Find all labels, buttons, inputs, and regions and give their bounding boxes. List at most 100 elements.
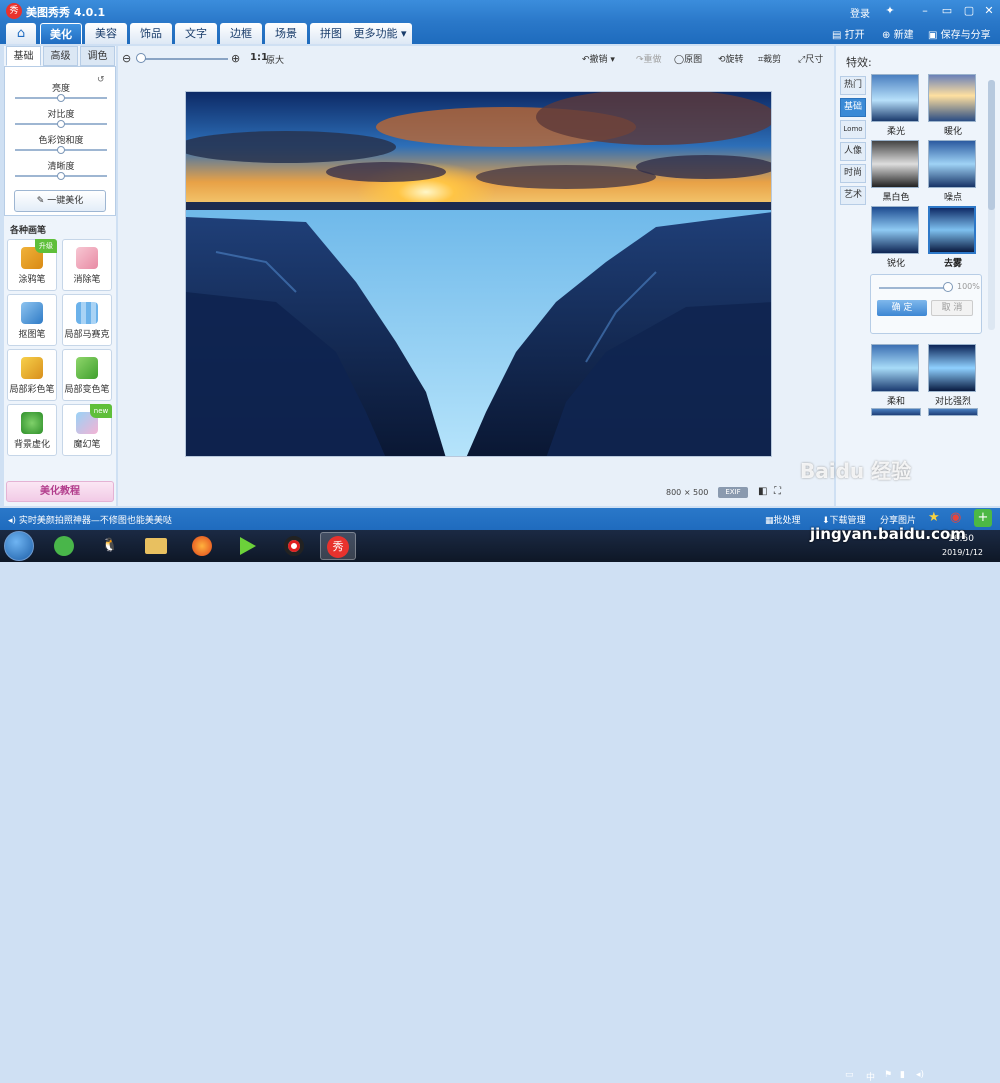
strength-slider[interactable]: [879, 287, 949, 289]
clock-date[interactable]: 2019/1/12: [942, 548, 983, 557]
sharpness-slider[interactable]: [15, 172, 107, 180]
app-360-icon[interactable]: [46, 532, 82, 560]
star-icon[interactable]: ★: [928, 510, 940, 525]
rotate-icon: ⟲: [718, 55, 726, 65]
effect-sharpen[interactable]: 锐化: [871, 206, 921, 269]
cancel-button[interactable]: 取 消: [931, 300, 973, 316]
exif-button[interactable]: EXIF: [718, 487, 748, 498]
tab-advanced[interactable]: 高级: [43, 46, 78, 66]
effect-noise[interactable]: 噪点: [928, 140, 978, 203]
category-lomo[interactable]: Lomo: [840, 120, 866, 139]
zoom-knob[interactable]: [136, 53, 146, 63]
tab-scenes[interactable]: 场景: [265, 23, 307, 44]
redo-button[interactable]: ↷重做: [636, 52, 662, 65]
contrast-slider[interactable]: [15, 120, 107, 128]
saturation-slider[interactable]: [15, 146, 107, 154]
meitu-taskbar-icon[interactable]: 秀: [320, 532, 356, 560]
crop-button[interactable]: ⌗裁剪: [758, 52, 781, 65]
tab-color[interactable]: 调色: [80, 46, 115, 66]
volume-icon[interactable]: ◂): [916, 1070, 924, 1080]
slider-knob[interactable]: [57, 172, 65, 180]
pens-title: 各种画笔: [10, 226, 47, 236]
open-button[interactable]: ▤ 打开: [832, 26, 865, 41]
tab-frames[interactable]: 边框: [220, 23, 262, 44]
skin-icon[interactable]: ✦: [880, 2, 900, 20]
minimize-button[interactable]: –: [915, 2, 935, 20]
landscape-photo: [186, 92, 771, 456]
effect-thumbnail-partial[interactable]: [871, 408, 921, 416]
color-pen[interactable]: 局部彩色笔: [7, 349, 57, 401]
rotate-button[interactable]: ⟲旋转: [718, 52, 744, 65]
batch-process-button[interactable]: ▦批处理: [765, 513, 801, 526]
add-icon[interactable]: +: [974, 509, 992, 527]
explorer-icon[interactable]: [138, 532, 174, 560]
tab-beautify[interactable]: 美化: [40, 23, 82, 44]
login-link[interactable]: 登录: [850, 5, 870, 20]
zoom-slider[interactable]: [138, 58, 228, 60]
slider-knob[interactable]: [57, 146, 65, 154]
record-icon[interactable]: [276, 532, 312, 560]
maximize-button[interactable]: ▢: [959, 2, 979, 20]
cutout-pen[interactable]: 抠图笔: [7, 294, 57, 346]
flag-icon[interactable]: ⚑: [884, 1070, 892, 1080]
category-art[interactable]: 艺术: [840, 186, 866, 205]
slider-knob[interactable]: [57, 120, 65, 128]
save-share-button[interactable]: ▣ 保存与分享: [928, 26, 991, 41]
fullscreen-icon[interactable]: ⛶: [774, 486, 781, 497]
beautify-tutorial-button[interactable]: 美化教程: [6, 481, 114, 502]
effect-soft-light[interactable]: 柔光: [871, 74, 921, 137]
effect-gentle[interactable]: 柔和: [871, 344, 921, 407]
input-lang[interactable]: 中: [866, 1070, 875, 1083]
magic-pen[interactable]: 魔幻笔 new: [62, 404, 112, 456]
brightness-slider[interactable]: [15, 94, 107, 102]
home-icon[interactable]: ⌂: [6, 23, 36, 44]
original-size-label[interactable]: 原大: [266, 53, 284, 66]
category-hot[interactable]: 热门: [840, 76, 866, 95]
confirm-button[interactable]: 确 定: [877, 300, 927, 316]
network-icon[interactable]: ▮: [900, 1070, 905, 1080]
mosaic-pen[interactable]: 局部马赛克: [62, 294, 112, 346]
recolor-pen[interactable]: 局部变色笔: [62, 349, 112, 401]
photo-canvas[interactable]: [185, 91, 772, 457]
scrollbar-thumb[interactable]: [988, 80, 995, 210]
new-button[interactable]: ⊕ 新建: [882, 26, 914, 41]
effect-black-white[interactable]: 黑白色: [871, 140, 921, 203]
weibo-icon[interactable]: ◉: [950, 510, 961, 525]
tab-makeup[interactable]: 美容: [85, 23, 127, 44]
doodle-pen[interactable]: 涂鸦笔 升级: [7, 239, 57, 291]
effect-dehaze[interactable]: 去雾: [928, 206, 978, 269]
effect-thumbnail-partial[interactable]: [928, 408, 978, 416]
compare-icon[interactable]: ◧: [758, 486, 767, 497]
eraser-pen[interactable]: 消除笔: [62, 239, 112, 291]
status-message[interactable]: ◂) 实时美颜拍照神器—不修图也能美美哒: [8, 513, 172, 526]
zoom-in-icon[interactable]: ⊕: [231, 52, 240, 65]
strength-knob[interactable]: [943, 282, 953, 292]
small-window-icon[interactable]: ▭: [937, 2, 957, 20]
tab-more-functions[interactable]: 更多功能 ▾: [348, 23, 412, 44]
resize-button[interactable]: ⤢尺寸: [798, 52, 823, 65]
tab-collage[interactable]: 拼图: [310, 23, 352, 44]
start-button[interactable]: [4, 531, 34, 561]
category-portrait[interactable]: 人像: [840, 142, 866, 161]
category-basic[interactable]: 基础: [840, 98, 866, 117]
one-click-beautify-button[interactable]: ✎ 一键美化: [14, 190, 106, 212]
effects-scrollbar[interactable]: [988, 80, 995, 330]
tab-accessories[interactable]: 饰品: [130, 23, 172, 44]
zoom-out-icon[interactable]: ⊖: [122, 52, 131, 65]
qq-icon[interactable]: 🐧: [92, 532, 128, 560]
tray-icon[interactable]: ▭: [845, 1070, 854, 1080]
tab-basic[interactable]: 基础: [6, 46, 41, 66]
slider-knob[interactable]: [57, 94, 65, 102]
firefox-icon[interactable]: [184, 532, 220, 560]
category-fashion[interactable]: 时尚: [840, 164, 866, 183]
effect-warm[interactable]: 暖化: [928, 74, 978, 137]
tab-text[interactable]: 文字: [175, 23, 217, 44]
video-player-icon[interactable]: [230, 532, 266, 560]
undo-button[interactable]: ↶撤销 ▾: [582, 52, 615, 65]
effect-strength-popup: 100% 确 定 取 消: [870, 274, 982, 334]
close-button[interactable]: ✕: [979, 2, 999, 20]
effect-high-contrast[interactable]: 对比强烈: [928, 344, 978, 407]
original-button[interactable]: ◯原图: [674, 52, 702, 65]
background-blur[interactable]: 背景虚化: [7, 404, 57, 456]
menu-bar: ⌂ 美化 美容 饰品 文字 边框 场景 拼图 更多功能 ▾ ▤ 打开 ⊕ 新建 …: [0, 22, 1000, 44]
